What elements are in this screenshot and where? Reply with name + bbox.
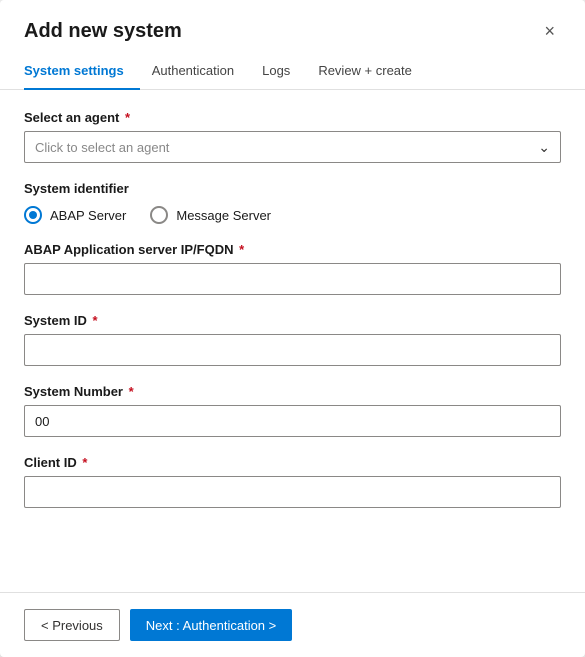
system-number-label: System Number * bbox=[24, 384, 561, 399]
system-number-input[interactable] bbox=[24, 405, 561, 437]
agent-placeholder: Click to select an agent bbox=[35, 140, 169, 155]
client-id-input[interactable] bbox=[24, 476, 561, 508]
system-number-group: System Number * bbox=[24, 384, 561, 437]
system-identifier-group: System identifier ABAP Server Message Se… bbox=[24, 181, 561, 224]
agent-label: Select an agent * bbox=[24, 110, 561, 125]
system-id-required: * bbox=[89, 313, 98, 328]
agent-select[interactable]: Click to select an agent ⌄ bbox=[24, 131, 561, 163]
tab-authentication[interactable]: Authentication bbox=[152, 55, 250, 90]
tab-review-create[interactable]: Review + create bbox=[318, 55, 428, 90]
radio-abap-inner bbox=[29, 211, 37, 219]
radio-abap-circle bbox=[24, 206, 42, 224]
radio-group: ABAP Server Message Server bbox=[24, 206, 561, 224]
close-button[interactable]: × bbox=[538, 20, 561, 42]
system-id-input[interactable] bbox=[24, 334, 561, 366]
modal-body: Select an agent * Click to select an age… bbox=[0, 90, 585, 592]
agent-field-group: Select an agent * Click to select an age… bbox=[24, 110, 561, 163]
abap-ip-group: ABAP Application server IP/FQDN * bbox=[24, 242, 561, 295]
modal-footer: < Previous Next : Authentication > bbox=[0, 592, 585, 657]
client-id-label: Client ID * bbox=[24, 455, 561, 470]
abap-ip-input[interactable] bbox=[24, 263, 561, 295]
modal-header: Add new system × bbox=[0, 0, 585, 43]
chevron-down-icon: ⌄ bbox=[538, 139, 550, 156]
tab-system-settings[interactable]: System settings bbox=[24, 55, 140, 90]
tab-logs[interactable]: Logs bbox=[262, 55, 306, 90]
system-id-label: System ID * bbox=[24, 313, 561, 328]
next-button[interactable]: Next : Authentication > bbox=[130, 609, 292, 641]
abap-ip-required: * bbox=[236, 242, 245, 257]
modal-title: Add new system bbox=[24, 20, 182, 43]
client-id-required: * bbox=[79, 455, 88, 470]
radio-message[interactable]: Message Server bbox=[150, 206, 271, 224]
agent-required-star: * bbox=[121, 110, 130, 125]
client-id-group: Client ID * bbox=[24, 455, 561, 508]
radio-abap[interactable]: ABAP Server bbox=[24, 206, 126, 224]
system-identifier-label: System identifier bbox=[24, 181, 561, 196]
radio-message-label: Message Server bbox=[176, 208, 271, 223]
radio-message-circle bbox=[150, 206, 168, 224]
prev-button[interactable]: < Previous bbox=[24, 609, 120, 641]
tab-bar: System settings Authentication Logs Revi… bbox=[0, 43, 585, 90]
add-new-system-modal: Add new system × System settings Authent… bbox=[0, 0, 585, 657]
abap-ip-label: ABAP Application server IP/FQDN * bbox=[24, 242, 561, 257]
system-number-required: * bbox=[125, 384, 134, 399]
system-id-group: System ID * bbox=[24, 313, 561, 366]
radio-abap-label: ABAP Server bbox=[50, 208, 126, 223]
